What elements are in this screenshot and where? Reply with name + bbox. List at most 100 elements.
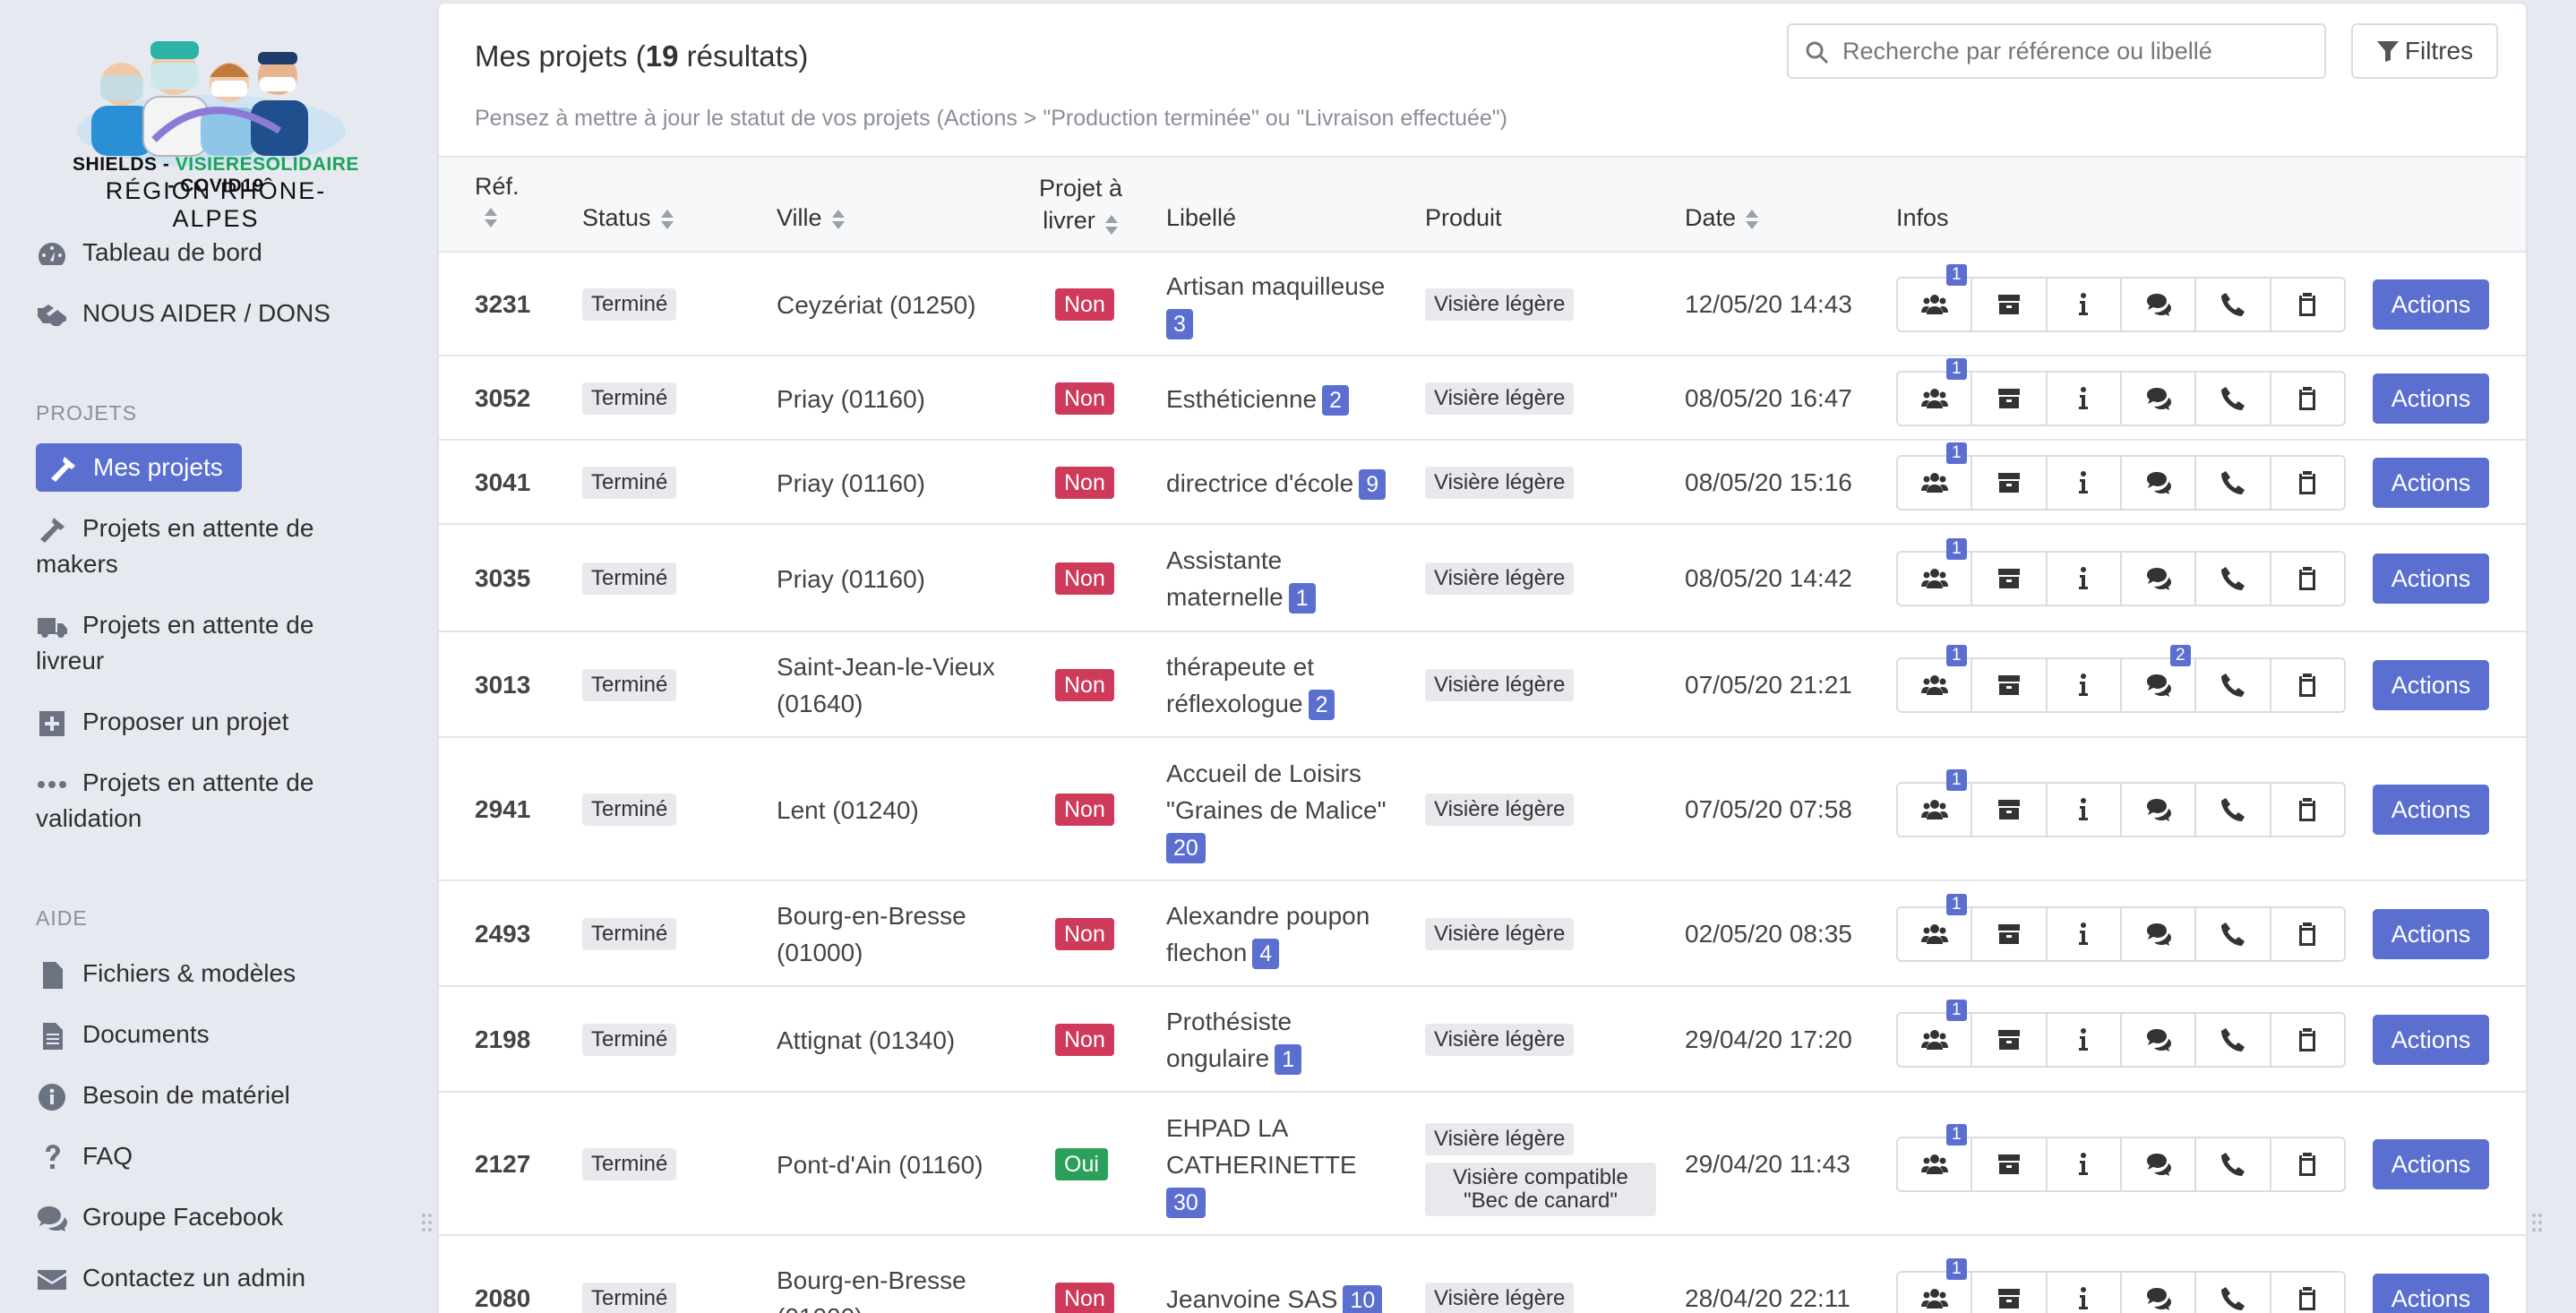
box-icon bbox=[1996, 1026, 2022, 1053]
phone-button[interactable] bbox=[2196, 457, 2271, 509]
actions-button[interactable]: Actions bbox=[2373, 909, 2489, 959]
actions-button[interactable]: Actions bbox=[2373, 554, 2489, 604]
col-ville[interactable]: Ville bbox=[777, 204, 846, 232]
clipboard-button[interactable] bbox=[2271, 373, 2344, 425]
actions-button[interactable]: Actions bbox=[2373, 1274, 2489, 1313]
users-button[interactable]: 1 bbox=[1898, 769, 1973, 836]
col-projet-a-livrer[interactable]: Projet à livrer bbox=[1039, 172, 1122, 236]
info-button[interactable] bbox=[2048, 1138, 2122, 1190]
clipboard-button[interactable] bbox=[2271, 553, 2344, 605]
nav-dashboard[interactable]: Tableau de bord bbox=[36, 235, 412, 270]
col-date[interactable]: Date bbox=[1685, 204, 1759, 232]
nav-projets-makers[interactable]: Projets en attente de makers bbox=[36, 511, 412, 582]
comments-button[interactable] bbox=[2122, 1014, 2197, 1066]
nav-contact-admin[interactable]: Contactez un admin bbox=[36, 1260, 412, 1296]
nav-donate[interactable]: NOUS AIDER / DONS bbox=[36, 296, 412, 331]
nav-faq[interactable]: FAQ bbox=[36, 1138, 412, 1174]
info-button[interactable] bbox=[2048, 1273, 2122, 1313]
actions-button[interactable]: Actions bbox=[2373, 1139, 2489, 1189]
nav-projets-livreur[interactable]: Projets en attente de livreur bbox=[36, 607, 412, 679]
users-button[interactable]: 1 bbox=[1898, 1000, 1973, 1066]
table-row: 3231 Terminé Ceyzériat (01250) Non Artisan m… bbox=[439, 253, 2526, 356]
info-button[interactable] bbox=[2048, 373, 2122, 425]
info-button[interactable] bbox=[2048, 1014, 2122, 1066]
phone-button[interactable] bbox=[2196, 1273, 2271, 1313]
users-button[interactable]: 1 bbox=[1898, 1258, 1973, 1313]
col-ref[interactable]: Réf. bbox=[475, 172, 519, 229]
box-button[interactable] bbox=[1972, 373, 2048, 425]
logo[interactable]: SHIELDS - VISIERESOLIDAIRE - COVID19 RÉG… bbox=[68, 32, 364, 232]
box-button[interactable] bbox=[1972, 1014, 2048, 1066]
info-button[interactable] bbox=[2048, 784, 2122, 836]
actions-button[interactable]: Actions bbox=[2373, 458, 2489, 508]
filters-button[interactable]: Filtres bbox=[2351, 23, 2498, 79]
clipboard-button[interactable] bbox=[2271, 659, 2344, 711]
nav-fichiers[interactable]: Fichiers & modèles bbox=[36, 956, 412, 991]
users-button[interactable]: 1 bbox=[1898, 645, 1973, 711]
phone-button[interactable] bbox=[2196, 659, 2271, 711]
phone-button[interactable] bbox=[2196, 373, 2271, 425]
clipboard-button[interactable] bbox=[2271, 784, 2344, 836]
comments-button[interactable] bbox=[2122, 553, 2197, 605]
actions-button[interactable]: Actions bbox=[2373, 1015, 2489, 1065]
actions-button[interactable]: Actions bbox=[2373, 279, 2489, 330]
box-button[interactable] bbox=[1972, 1273, 2048, 1313]
actions-button[interactable]: Actions bbox=[2373, 660, 2489, 710]
search-input[interactable] bbox=[1842, 30, 2308, 72]
clipboard-button[interactable] bbox=[2271, 279, 2344, 330]
comments-button[interactable] bbox=[2122, 373, 2197, 425]
users-button[interactable]: 1 bbox=[1898, 264, 1973, 330]
users-button[interactable]: 1 bbox=[1898, 894, 1973, 960]
info-button[interactable] bbox=[2048, 279, 2122, 330]
nav-projets-validation[interactable]: Projets en attente de validation bbox=[36, 765, 412, 837]
phone-button[interactable] bbox=[2196, 1014, 2271, 1066]
nav-facebook[interactable]: Groupe Facebook bbox=[36, 1199, 412, 1235]
actions-button[interactable]: Actions bbox=[2373, 373, 2489, 424]
users-button[interactable]: 1 bbox=[1898, 538, 1973, 605]
box-button[interactable] bbox=[1972, 279, 2048, 330]
info-button[interactable] bbox=[2048, 659, 2122, 711]
phone-button[interactable] bbox=[2196, 553, 2271, 605]
panel-resize-grip-icon[interactable] bbox=[2531, 1213, 2544, 1232]
info-button[interactable] bbox=[2048, 457, 2122, 509]
phone-button[interactable] bbox=[2196, 908, 2271, 960]
col-status[interactable]: Status bbox=[582, 204, 674, 232]
box-button[interactable] bbox=[1972, 908, 2048, 960]
users-button[interactable]: 1 bbox=[1898, 1124, 1973, 1190]
search-box[interactable] bbox=[1787, 23, 2326, 79]
box-button[interactable] bbox=[1972, 553, 2048, 605]
box-button[interactable] bbox=[1972, 457, 2048, 509]
clipboard-button[interactable] bbox=[2271, 1273, 2344, 1313]
box-button[interactable] bbox=[1972, 659, 2048, 711]
nav-proposer-projet[interactable]: Proposer un projet bbox=[36, 704, 412, 740]
comments-button[interactable]: 2 bbox=[2122, 645, 2197, 711]
clipboard-button[interactable] bbox=[2271, 457, 2344, 509]
sidebar-resize-grip-icon[interactable] bbox=[421, 1213, 434, 1232]
actions-button[interactable]: Actions bbox=[2373, 785, 2489, 835]
phone-button[interactable] bbox=[2196, 784, 2271, 836]
nav-besoin-materiel[interactable]: Besoin de matériel bbox=[36, 1077, 412, 1113]
users-button[interactable]: 1 bbox=[1898, 358, 1973, 425]
clipboard-button[interactable] bbox=[2271, 908, 2344, 960]
comments-button[interactable] bbox=[2122, 1138, 2197, 1190]
nav-documents[interactable]: Documents bbox=[36, 1017, 412, 1052]
info-button[interactable] bbox=[2048, 908, 2122, 960]
comments-button[interactable] bbox=[2122, 279, 2197, 330]
makers-count-badge: 1 bbox=[1946, 264, 1967, 286]
comments-button[interactable] bbox=[2122, 457, 2197, 509]
phone-button[interactable] bbox=[2196, 279, 2271, 330]
nav-mes-projets[interactable]: Mes projets bbox=[36, 443, 242, 492]
section-projets: PROJETS bbox=[36, 401, 138, 425]
users-button[interactable]: 1 bbox=[1898, 442, 1973, 509]
comments-button[interactable] bbox=[2122, 908, 2197, 960]
info-button[interactable] bbox=[2048, 553, 2122, 605]
box-button[interactable] bbox=[1972, 784, 2048, 836]
row-ref: 2493 bbox=[475, 920, 531, 948]
comments-button[interactable] bbox=[2122, 1273, 2197, 1313]
comments-button[interactable] bbox=[2122, 784, 2197, 836]
clipboard-icon bbox=[2294, 1026, 2321, 1053]
phone-button[interactable] bbox=[2196, 1138, 2271, 1190]
clipboard-button[interactable] bbox=[2271, 1014, 2344, 1066]
clipboard-button[interactable] bbox=[2271, 1138, 2344, 1190]
box-button[interactable] bbox=[1972, 1138, 2048, 1190]
